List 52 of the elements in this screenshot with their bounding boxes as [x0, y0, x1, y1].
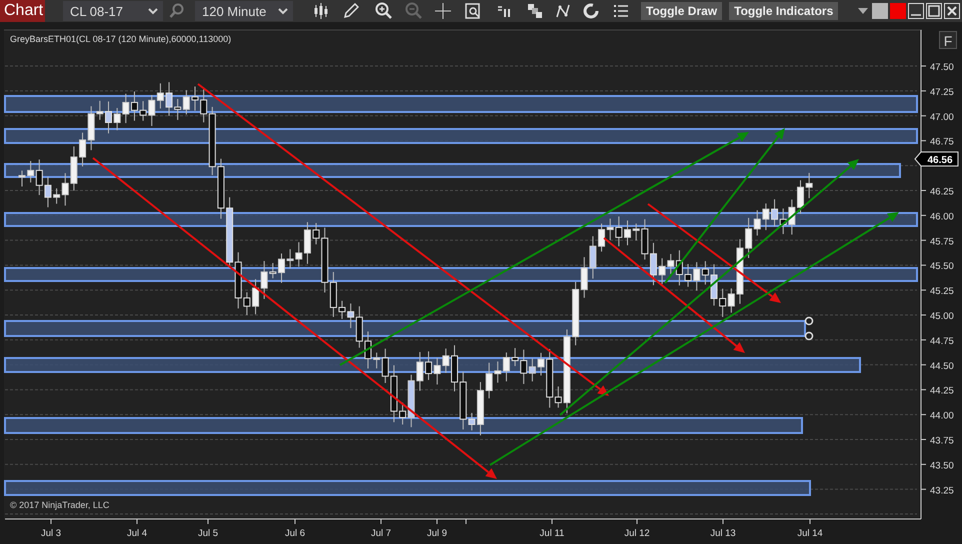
layers-icon[interactable]	[527, 3, 543, 19]
price-marker: 46.56	[914, 152, 958, 166]
bars-icon[interactable]	[313, 3, 329, 19]
close-icon[interactable]	[944, 3, 960, 19]
maximize-icon[interactable]	[926, 3, 942, 19]
axis-label: 46.25	[930, 186, 954, 198]
list-icon[interactable]	[613, 3, 629, 19]
axis-label: 44.25	[930, 386, 954, 397]
chart-title: Chart	[0, 0, 45, 22]
axis-label: 43.75	[930, 436, 954, 446]
pencil-icon[interactable]	[343, 3, 359, 19]
axis-label: 45.25	[930, 286, 954, 298]
zoom-in-icon[interactable]	[375, 2, 393, 20]
axis-label: 47.25	[930, 86, 954, 98]
line-tool-icon[interactable]	[555, 3, 571, 19]
axis-label: Jul 9	[426, 528, 448, 539]
axis-label: 45.75	[930, 236, 954, 248]
axis-label: 44.50	[930, 360, 954, 372]
axis-label: 45.50	[930, 261, 954, 272]
axis-label: Jul 14	[797, 528, 823, 539]
axis-label: Jul 6	[284, 528, 306, 539]
axis-label: 43.25	[930, 485, 954, 496]
instrument-dropdown[interactable]: CL 08-17	[63, 1, 163, 21]
dropdown-caret-icon[interactable]	[858, 8, 868, 14]
axis-label: 46.75	[930, 136, 954, 148]
chevron-icon	[277, 6, 289, 16]
crosshair-icon[interactable]	[435, 3, 451, 19]
axis-label: Jul 3	[40, 528, 62, 539]
axis-label: Jul 12	[624, 528, 650, 539]
minimize-icon[interactable]	[908, 3, 924, 19]
panel-button[interactable]: F	[939, 31, 957, 49]
axis-label: 44.00	[930, 410, 954, 422]
axis-label: Jul 13	[710, 528, 736, 539]
axis-label: 46.00	[930, 211, 954, 222]
axis-label: Jul 7	[370, 528, 392, 539]
chevron-icon	[147, 6, 159, 16]
axis-label: 45.00	[930, 311, 954, 322]
axis-label: Jul 4	[126, 528, 148, 539]
axis-label: 44.75	[930, 336, 954, 347]
axis-label: 43.50	[930, 460, 954, 472]
axis-label: 47.50	[930, 62, 954, 73]
axis-label: Jul 5	[198, 528, 218, 539]
toggle-button[interactable]: Toggle Draw	[641, 2, 722, 20]
search-icon[interactable]	[169, 3, 185, 19]
axis-label: 47.00	[930, 112, 954, 123]
copyright-text: © 2017 NinjaTrader, LLC	[10, 500, 110, 510]
refresh-icon[interactable]	[583, 3, 599, 19]
interval-dropdown[interactable]: 120 Minute	[195, 1, 293, 21]
document-search-icon[interactable]	[465, 3, 481, 19]
toggle-button[interactable]: Toggle Indicators	[729, 2, 838, 20]
indicator-label: GreyBarsETH01(CL 08-17 (120 Minute),60000,113000)	[10, 34, 232, 44]
axis-label: Jul 11	[540, 528, 564, 539]
